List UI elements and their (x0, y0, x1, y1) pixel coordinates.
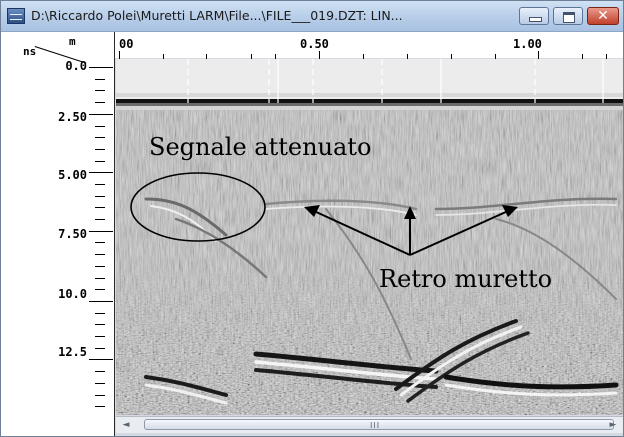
y-tick-mark (95, 324, 105, 325)
y-tick-mark (95, 254, 105, 255)
y-tick-mark (89, 67, 113, 68)
scroll-grip-icon: III (370, 421, 381, 430)
y-tick-mark (95, 196, 105, 197)
y-tick-mark (95, 137, 105, 138)
y-tick-mark (95, 383, 105, 384)
maximize-icon (554, 8, 582, 24)
x-tick-mark (538, 51, 539, 59)
behind-wall-label: Retro muretto (379, 265, 553, 293)
x-tick-mark (119, 51, 120, 59)
radargram-image (116, 59, 623, 415)
y-tick-mark (95, 149, 105, 150)
y-tick-mark (95, 313, 105, 314)
x-unit-label: m (69, 35, 76, 48)
x-tick-label: 00 (119, 37, 134, 51)
y-tick-label: 12.5 (58, 345, 87, 359)
x-tick-label: 1.00 (513, 37, 542, 51)
y-tick-mark (95, 90, 105, 91)
title-bar[interactable]: D:\Riccardo Polei\Muretti LARM\File...\F… (1, 1, 623, 32)
radargram-plot[interactable] (116, 59, 623, 415)
y-tick-mark (95, 266, 105, 267)
y-tick-label: 10.0 (58, 287, 87, 301)
y-tick-mark (95, 184, 105, 185)
scroll-left-arrow-icon[interactable]: ◄ (118, 418, 134, 432)
y-tick-mark (95, 371, 105, 372)
distance-ruler (115, 32, 623, 58)
close-button[interactable]: ✕ (587, 7, 619, 25)
y-tick-mark (95, 289, 105, 290)
y-tick-mark (95, 348, 105, 349)
y-tick-mark (95, 242, 105, 243)
x-tick-mark (319, 51, 320, 59)
y-tick-mark (89, 231, 113, 232)
horizontal-scrollbar[interactable]: ◄ III ► (116, 416, 623, 433)
y-tick-mark (95, 207, 105, 208)
y-tick-mark (95, 336, 105, 337)
y-tick-label: 0.0 (65, 59, 87, 73)
y-tick-mark (95, 126, 105, 127)
y-tick-mark (89, 172, 113, 173)
y-tick-mark (95, 219, 105, 220)
app-window: D:\Riccardo Polei\Muretti LARM\File...\F… (0, 0, 624, 437)
scroll-thumb[interactable]: III (144, 419, 614, 430)
y-tick-mark (89, 359, 113, 360)
units-corner: m ns (23, 35, 111, 64)
y-tick-mark (95, 102, 105, 103)
y-tick-label: 5.00 (58, 168, 87, 182)
y-tick-mark (95, 395, 105, 396)
y-tick-mark (89, 301, 113, 302)
minimize-button[interactable] (519, 7, 549, 25)
maximize-button[interactable] (553, 7, 583, 25)
y-tick-label: 2.50 (58, 110, 87, 124)
attenuated-signal-label: Segnale attenuato (149, 133, 372, 161)
x-tick-label: 0.50 (300, 37, 329, 51)
scroll-right-arrow-icon[interactable]: ► (605, 418, 621, 432)
close-icon: ✕ (597, 8, 609, 24)
app-icon[interactable] (7, 8, 25, 24)
y-tick-label: 7.50 (58, 227, 87, 241)
y-tick-mark (95, 278, 105, 279)
y-tick-mark (95, 161, 105, 162)
y-tick-mark (95, 79, 105, 80)
minimize-icon (520, 8, 548, 24)
y-tick-mark (95, 406, 105, 407)
window-title: D:\Riccardo Polei\Muretti LARM\File...\F… (31, 8, 403, 23)
y-tick-mark (89, 114, 113, 115)
